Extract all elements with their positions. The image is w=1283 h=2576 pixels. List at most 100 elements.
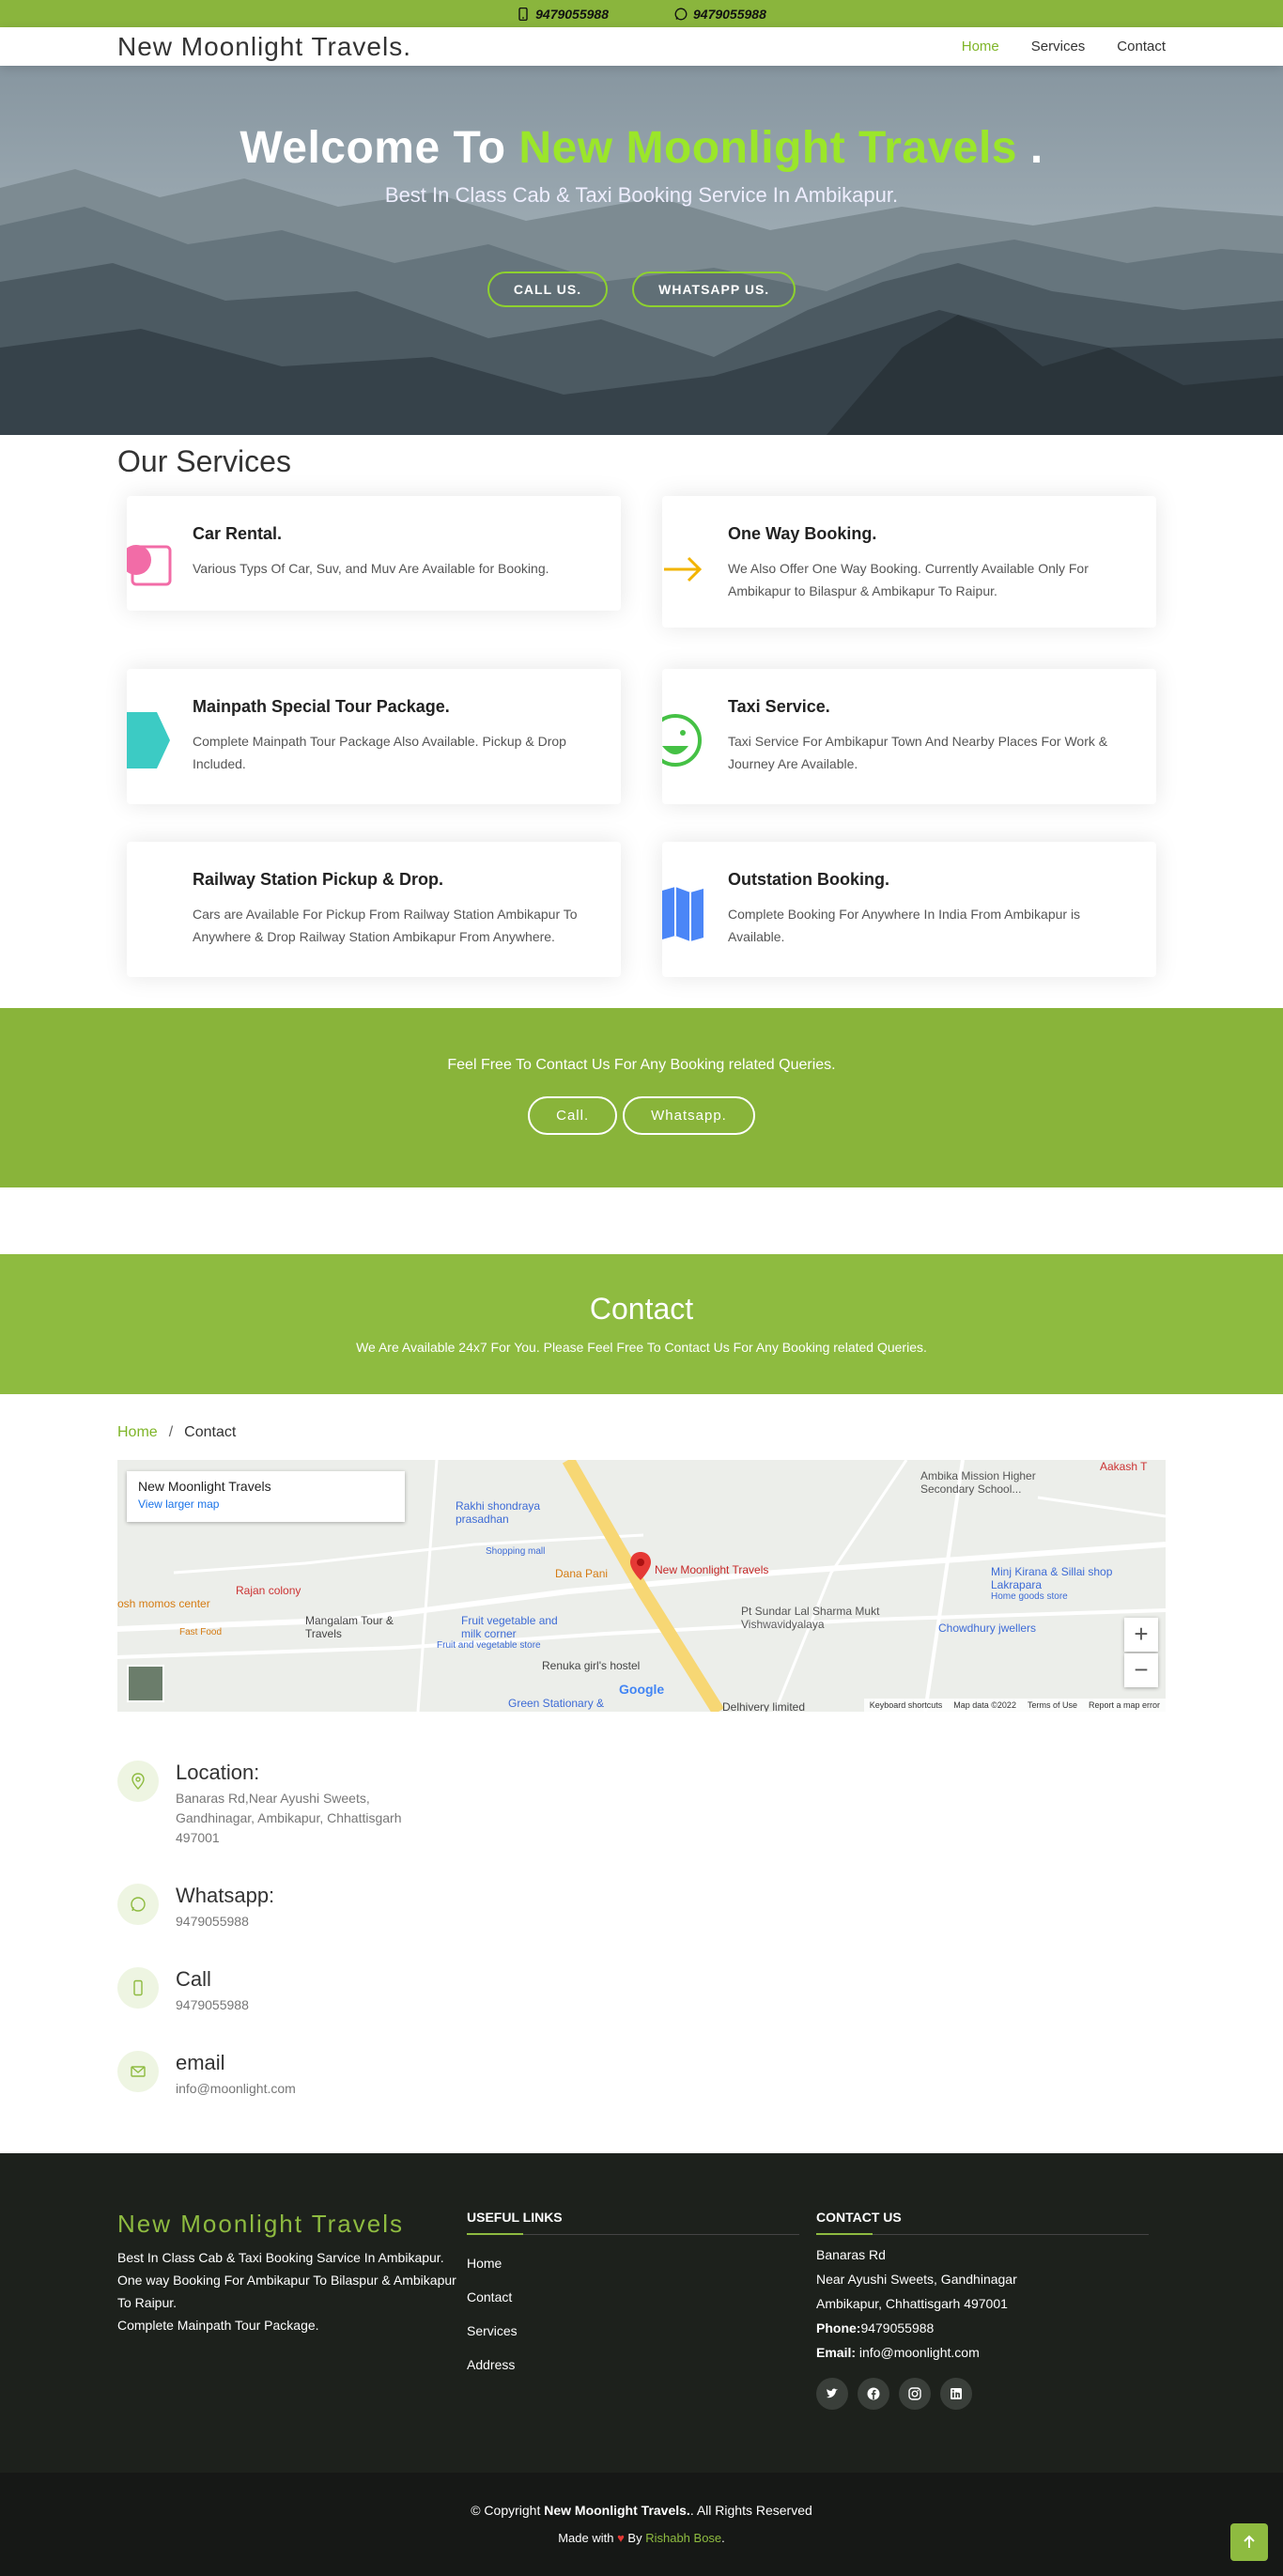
hexagon-icon [127,712,170,768]
keyboard-shortcuts-link[interactable]: Keyboard shortcuts [870,1700,943,1710]
brand-logo-text[interactable]: New Moonlight Travels. [117,32,411,62]
satellite-toggle[interactable] [127,1665,164,1702]
service-card-one-way: One Way Booking. We Also Offer One Way B… [662,496,1156,628]
back-to-top-button[interactable] [1230,2523,1268,2561]
service-text: Taxi Service For Ambikapur Town And Near… [728,734,1108,771]
instagram-icon[interactable] [899,2378,931,2410]
copyright-text: © Copyright New Moonlight Travels.. All … [0,2503,1283,2518]
twitter-icon[interactable] [816,2378,848,2410]
info-text[interactable]: 9479055988 [176,1995,429,2015]
service-title: Car Rental. [193,524,283,543]
terms-link[interactable]: Terms of Use [1028,1700,1077,1710]
contact-title: Contact [589,1292,694,1326]
main-nav: Home Services Contact [962,39,1166,54]
footer-link-contact[interactable]: Contact [467,2280,816,2314]
breadcrumb-separator: / [168,1424,174,1440]
service-card-mainpath: Mainpath Special Tour Package. Complete … [127,669,621,804]
report-error-link[interactable]: Report a map error [1089,1700,1160,1710]
cta-call-button[interactable]: Call. [528,1096,618,1135]
view-larger-map-link[interactable]: View larger map [138,1497,394,1511]
map-label: Minj Kirana & Sillai shop Lakrapara [991,1565,1113,1591]
facebook-icon[interactable] [858,2378,889,2410]
top-contact-bar: 9479055988 9479055988 [0,0,1283,27]
map-marker-icon[interactable] [630,1552,651,1580]
arrow-up-icon [1244,2535,1255,2548]
made-with-label: Made with [558,2531,614,2545]
cta-section: Feel Free To Contact Us For Any Booking … [0,1008,1283,1187]
whatsapp-us-button[interactable]: WHATSAPP US. [632,272,796,307]
map-label: Renuka girl's hostel [542,1659,641,1672]
info-call: Call 9479055988 [117,1967,1166,2015]
footer-phone[interactable]: 9479055988 [860,2320,934,2335]
service-text: Complete Booking For Anywhere In India F… [728,907,1081,944]
map-label: Fast Food [179,1627,223,1637]
map-label: Aakash T [1100,1460,1148,1473]
info-title: Whatsapp: [176,1884,275,1907]
made-with-dot: . [721,2531,725,2545]
map-label: Chowdhury jwellers [938,1622,1037,1635]
map-label: Green Stationary & [508,1697,605,1710]
map-label: osh momos center [117,1597,210,1610]
google-logo: Google [619,1682,665,1697]
map-info-box: New Moonlight Travels View larger map [127,1471,405,1522]
hero-section: Welcome To New Moonlight Travels . Best … [0,66,1283,435]
zoom-out-button[interactable]: − [1124,1653,1158,1687]
service-text: Complete Mainpath Tour Package Also Avai… [193,734,566,771]
service-card-outstation: Outstation Booking. Complete Booking For… [662,842,1156,977]
service-title: Outstation Booking. [728,870,889,889]
whatsapp-icon [674,8,688,20]
nav-services[interactable]: Services [1031,39,1086,54]
linkedin-icon[interactable] [940,2378,972,2410]
copyright-prefix: © Copyright [471,2503,545,2518]
mail-icon [117,2051,159,2092]
by-label: By [627,2531,642,2545]
footer-contact: CONTACT US Banaras Rd Near Ayushi Sweets… [816,2210,1166,2410]
map-footer: Keyboard shortcuts Map data ©2022 Terms … [863,1699,1166,1712]
service-text: We Also Offer One Way Booking. Currently… [728,561,1089,598]
map-label: New Moonlight Travels [655,1563,769,1576]
copyright-name: New Moonlight Travels. [544,2503,690,2518]
site-footer: New Moonlight Travels Best In Class Cab … [0,2153,1283,2473]
footer-address-line: Banaras Rd [816,2247,886,2262]
info-location: Location: Banaras Rd,Near Ayushi Sweets, … [117,1761,1166,1848]
topbar-phone[interactable]: 9479055988 [517,7,609,22]
hero-title-highlight: New Moonlight Travels [518,123,1017,173]
topbar-whatsapp[interactable]: 9479055988 [674,7,766,22]
info-text[interactable]: info@moonlight.com [176,2079,429,2099]
author-link[interactable]: Rishabh Bose [645,2531,721,2545]
zoom-in-button[interactable]: + [1124,1618,1158,1652]
site-header: New Moonlight Travels. Home Services Con… [0,27,1283,66]
whatsapp-icon [117,1884,159,1925]
map-place-name: New Moonlight Travels [138,1479,271,1494]
footer-link-services[interactable]: Services [467,2314,816,2348]
info-email: email info@moonlight.com [117,2051,1166,2099]
footer-email[interactable]: info@moonlight.com [859,2345,980,2360]
info-title: email [176,2051,225,2074]
info-title: Location: [176,1761,260,1784]
nav-contact[interactable]: Contact [1117,39,1166,54]
map-label: Pt Sundar Lal Sharma Mukt Vishwavidyalay… [741,1605,880,1631]
location-icon [117,1761,159,1802]
copyright-bar: © Copyright New Moonlight Travels.. All … [0,2473,1283,2576]
nav-home[interactable]: Home [962,39,999,54]
map-label: Ambika Mission Higher Secondary School..… [920,1469,1036,1496]
footer-address-line: Near Ayushi Sweets, Gandhinagar [816,2272,1017,2287]
footer-link-home[interactable]: Home [467,2246,816,2280]
services-section: Our Services Car Rental. Various Typs Of… [0,435,1283,1008]
info-text[interactable]: 9479055988 [176,1912,429,1932]
hero-title: Welcome To New Moonlight Travels . [0,122,1283,174]
breadcrumb: Home / Contact [117,1394,1166,1460]
topbar-phone-text: 9479055988 [535,6,609,22]
service-title: Railway Station Pickup & Drop. [193,870,444,889]
service-card-taxi: Taxi Service. Taxi Service For Ambikapur… [662,669,1156,804]
car-rental-icon [127,545,172,586]
map-label: Fruit and vegetable store [437,1640,541,1651]
breadcrumb-home[interactable]: Home [117,1424,158,1440]
footer-link-address[interactable]: Address [467,2348,816,2382]
social-links [816,2378,1166,2410]
call-us-button[interactable]: CALL US. [487,272,609,307]
map-label: Shopping mall [486,1546,546,1557]
google-map-embed[interactable]: New Moonlight Travels View larger map Am… [117,1460,1166,1712]
cta-whatsapp-button[interactable]: Whatsapp. [623,1096,755,1135]
footer-about-line: Best In Class Cab & Taxi Booking Sarvice… [117,2250,444,2265]
